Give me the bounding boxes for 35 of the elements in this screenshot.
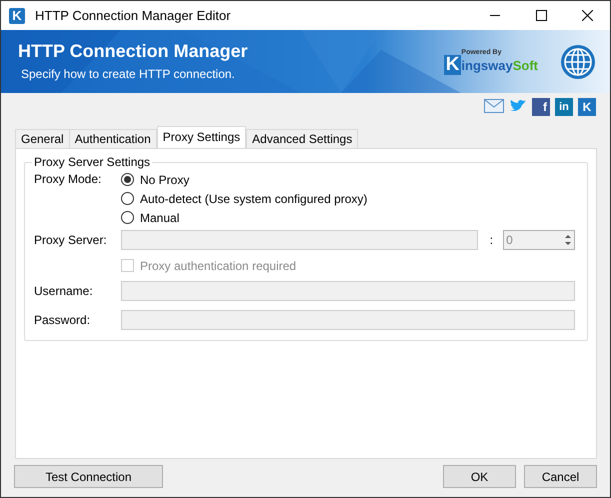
radio-button[interactable] [121, 211, 134, 224]
tab[interactable]: Proxy Settings [156, 126, 246, 148]
checkbox-label: Proxy authentication required [140, 258, 296, 274]
dialog-button[interactable]: Cancel [524, 465, 597, 488]
banner-title: HTTP Connection Manager [18, 40, 249, 62]
banner-subtitle: Specify how to create HTTP connection. [21, 66, 236, 83]
port-value: 0 [506, 232, 514, 249]
radio-button[interactable] [121, 173, 134, 186]
mail-icon[interactable] [484, 98, 504, 114]
field-label: Password: [34, 312, 92, 329]
field-label: Proxy Server: [34, 232, 108, 249]
kingsway-icon[interactable]: K [578, 98, 596, 116]
radio-label[interactable]: Auto-detect (Use system configured proxy) [140, 190, 368, 208]
globe-icon [560, 44, 596, 80]
app-icon: K [9, 8, 25, 24]
radio-button[interactable] [121, 192, 134, 205]
tab[interactable]: General [15, 129, 70, 148]
separator: : [490, 232, 494, 249]
window-title: HTTP Connection Manager Editor [35, 6, 232, 25]
logo-initial: K [444, 54, 462, 74]
group-title: Proxy Server Settings [33, 155, 152, 169]
logo-name: ingsway [461, 58, 513, 72]
linkedin-icon[interactable]: in [555, 98, 573, 116]
test-button[interactable]: Test Connection [14, 465, 163, 488]
dialog-button[interactable]: OK [443, 465, 516, 488]
radio-label[interactable]: Manual [140, 208, 180, 226]
maximize-icon[interactable] [536, 10, 546, 21]
facebook-icon[interactable]: f [532, 98, 550, 116]
logo-name: Soft [512, 58, 538, 72]
close-icon[interactable] [582, 10, 592, 21]
tab[interactable]: Advanced Settings [246, 129, 358, 148]
tab[interactable]: Authentication [70, 129, 157, 148]
field-label: Proxy Mode: [34, 171, 102, 188]
radio-label[interactable]: No Proxy [140, 170, 190, 188]
field-label: Username: [34, 283, 94, 300]
